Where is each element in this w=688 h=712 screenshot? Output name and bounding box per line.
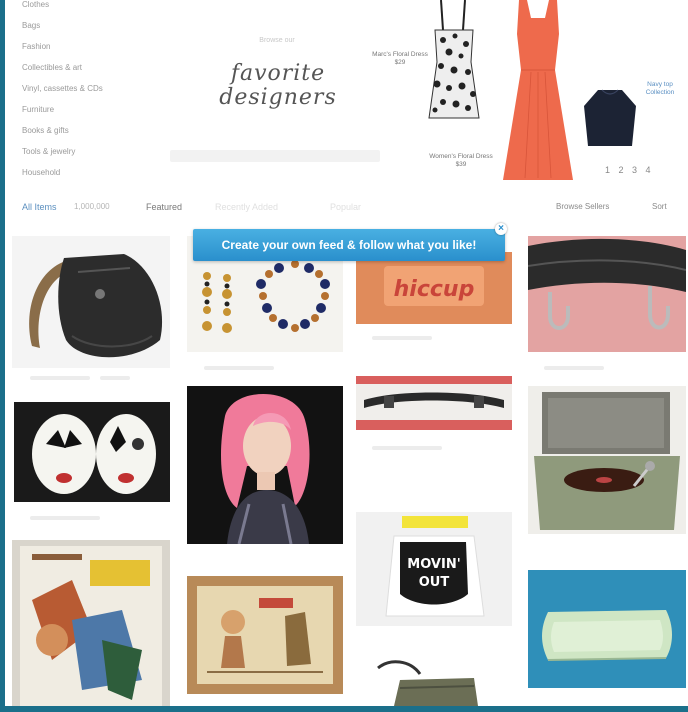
caption-placeholder <box>372 336 432 340</box>
item-movin-out-shirt[interactable]: MOVIN' OUT <box>356 512 512 626</box>
featured-link[interactable]: Featured <box>146 202 182 212</box>
caption-placeholder <box>30 376 90 380</box>
category-link[interactable]: Vinyl, cassettes & CDs <box>22 78 162 99</box>
script-line-1: favorite <box>230 61 326 86</box>
caption-placeholder <box>544 366 604 370</box>
item-pink-wig-photo[interactable] <box>187 386 343 544</box>
script-line-2: designers <box>219 85 337 110</box>
category-link[interactable]: Furniture <box>22 99 162 120</box>
category-link[interactable]: Clothes <box>22 0 162 15</box>
category-link[interactable]: Tools & jewelry <box>22 141 162 162</box>
item-kiss-masks[interactable] <box>14 402 170 502</box>
create-feed-banner[interactable]: Create your own feed & follow what you l… <box>193 223 507 261</box>
designers-kicker: Browse our <box>259 37 295 44</box>
item-black-leather-bag[interactable] <box>12 236 170 368</box>
sort-link[interactable]: Sort <box>652 202 667 211</box>
browse-sellers-link[interactable]: Browse Sellers <box>556 202 609 211</box>
category-link[interactable]: Household <box>22 162 162 183</box>
item-handbag-partial[interactable] <box>370 660 480 706</box>
close-icon[interactable]: × <box>495 223 507 235</box>
all-items-link[interactable]: All Items <box>22 202 57 212</box>
category-link[interactable]: Collectibles & art <box>22 57 162 78</box>
item-count: 1,000,000 <box>74 202 110 211</box>
item-strap[interactable] <box>356 376 512 430</box>
category-list: Clothes Bags Fashion Collectibles & art … <box>22 0 162 183</box>
category-link[interactable]: Books & gifts <box>22 120 162 141</box>
navy-top-annotation[interactable]: Navy top Collection <box>636 81 684 97</box>
item-hiccup-sign[interactable]: hiccup <box>356 252 512 324</box>
floral-dress-annotation[interactable]: Marc's Floral Dress $29 <box>372 51 428 67</box>
recently-added-link[interactable]: Recently Added <box>215 202 278 212</box>
window-frame-left <box>0 0 5 712</box>
caption-placeholder <box>30 516 100 520</box>
svg-text:hiccup: hiccup <box>394 277 475 302</box>
popular-link[interactable]: Popular <box>330 202 361 212</box>
favorite-designers-link[interactable]: favorite designers <box>218 62 338 110</box>
svg-text:OUT: OUT <box>419 575 450 590</box>
item-vintage-poster[interactable] <box>12 540 170 706</box>
category-link[interactable]: Bags <box>22 15 162 36</box>
svg-text:MOVIN': MOVIN' <box>407 557 460 572</box>
caption-placeholder <box>100 376 130 380</box>
item-mint-tray[interactable] <box>528 570 686 688</box>
floral-dress-image[interactable] <box>421 0 487 130</box>
item-record-player[interactable] <box>528 386 686 534</box>
create-feed-label: Create your own feed & follow what you l… <box>221 238 477 252</box>
caption-placeholder <box>372 446 442 450</box>
window-frame-bottom <box>0 706 688 712</box>
orange-dress-image[interactable] <box>497 0 579 184</box>
item-leather-strap-hook[interactable] <box>528 236 686 352</box>
caption-placeholder <box>204 366 274 370</box>
banner-pager[interactable]: 1 2 3 4 <box>605 165 654 175</box>
item-framed-print[interactable] <box>187 576 343 694</box>
filter-toolbar: All Items 1,000,000 Featured Recently Ad… <box>0 196 688 220</box>
category-link[interactable]: Fashion <box>22 36 162 57</box>
banner-search-bar[interactable] <box>170 150 380 162</box>
floral-dress-caption[interactable]: Women's Floral Dress $39 <box>425 153 497 169</box>
navy-top-image[interactable] <box>582 86 638 160</box>
